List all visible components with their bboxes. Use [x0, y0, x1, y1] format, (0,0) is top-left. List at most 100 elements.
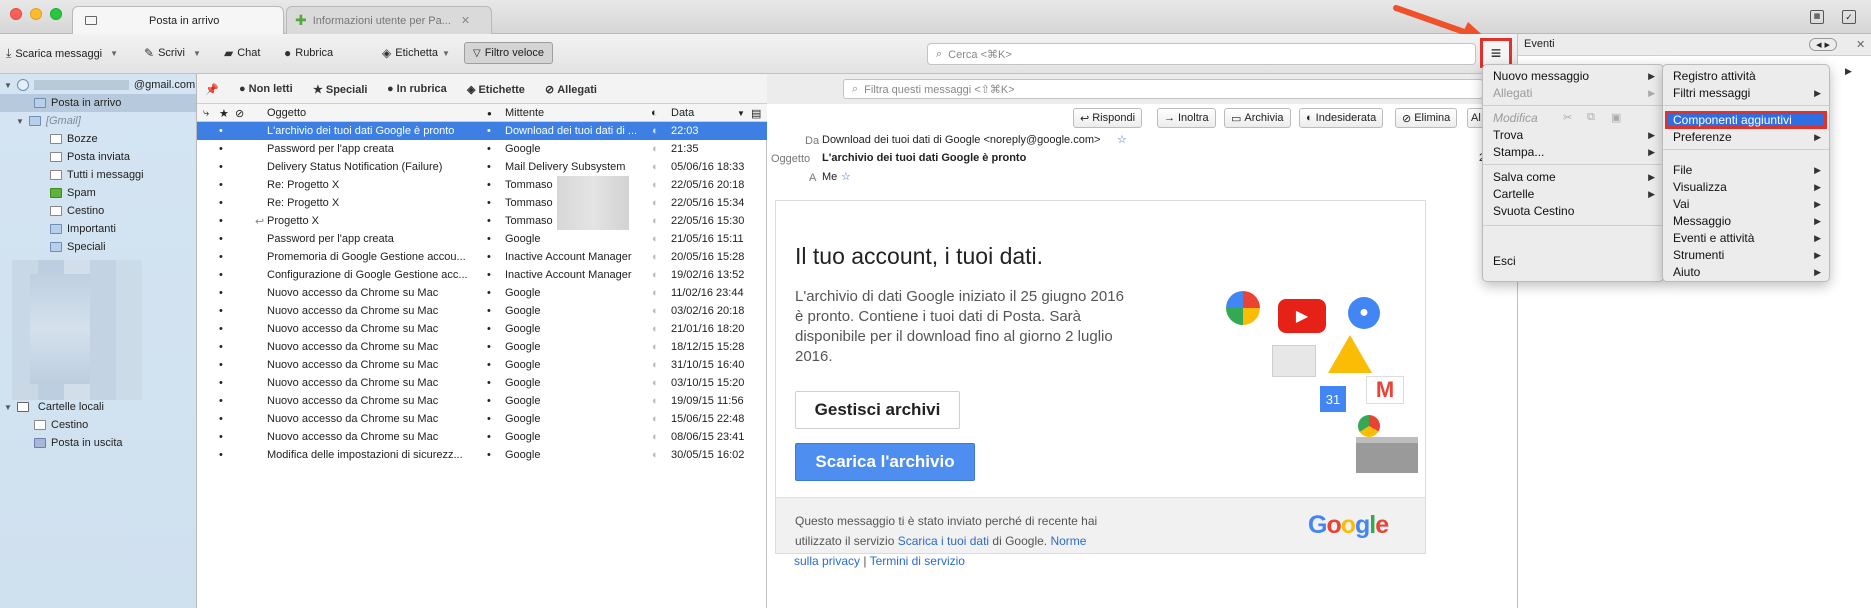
write-button[interactable]: ✎ Scrivi ▼: [144, 46, 201, 60]
tasks-icon[interactable]: ✓: [1842, 10, 1856, 24]
star-cell-icon[interactable]: •: [219, 305, 223, 317]
read-status-icon[interactable]: •: [487, 125, 491, 137]
star-cell-icon[interactable]: •: [219, 269, 223, 281]
manage-archives-button[interactable]: Gestisci archivi: [795, 391, 960, 429]
junk-status-icon[interactable]: ◐: [652, 305, 659, 317]
date-column-header[interactable]: Data: [671, 107, 694, 119]
table-row[interactable]: • Configurazione di Google Gestione acc..…: [197, 266, 767, 284]
close-tab-icon[interactable]: ✕: [461, 14, 470, 27]
terms-link[interactable]: Termini di servizio: [870, 554, 965, 568]
star-cell-icon[interactable]: •: [219, 431, 223, 443]
junk-status-icon[interactable]: ◐: [652, 449, 659, 461]
star-cell-icon[interactable]: •: [219, 413, 223, 425]
junk-status-icon[interactable]: ◐: [652, 197, 659, 209]
privacy-link[interactable]: Norme: [1050, 534, 1086, 548]
menu-item-preferences[interactable]: Preferenze: [1673, 128, 1732, 145]
star-icon[interactable]: ☆: [841, 170, 851, 183]
filter-attachments-button[interactable]: ⊘ Allegati: [545, 83, 597, 97]
star-cell-icon[interactable]: •: [219, 395, 223, 407]
junk-status-icon[interactable]: ◐: [652, 395, 659, 407]
table-row[interactable]: • Nuovo accesso da Chrome su Mac • Google ◐ 0…: [197, 302, 767, 320]
column-picker-icon[interactable]: ▤: [751, 107, 761, 120]
attachment-column-icon[interactable]: ⊘: [235, 107, 244, 120]
tag-button[interactable]: ◈ Etichetta ▼: [382, 46, 450, 60]
star-column-icon[interactable]: ★: [219, 107, 229, 120]
menu-item-tools[interactable]: Strumenti: [1673, 246, 1724, 263]
menu-item-print[interactable]: Stampa...: [1493, 143, 1544, 160]
read-status-icon[interactable]: •: [487, 431, 491, 443]
download-archive-button[interactable]: Scarica l'archivio: [795, 443, 975, 481]
sidebar-item-drafts[interactable]: Bozze: [50, 130, 98, 148]
sidebar-item-trash[interactable]: Cestino: [50, 202, 104, 220]
table-row[interactable]: • Promemoria di Google Gestione accou... •…: [197, 248, 767, 266]
table-row[interactable]: • Delivery Status Notification (Failure) •…: [197, 158, 767, 176]
menu-item-events-tasks[interactable]: Eventi e attività: [1673, 229, 1754, 246]
read-status-icon[interactable]: •: [487, 179, 491, 191]
read-status-icon[interactable]: •: [487, 341, 491, 353]
sidebar-item-spam[interactable]: Spam: [50, 184, 96, 202]
from-value[interactable]: Download dei tuoi dati di Google <norepl…: [822, 134, 1100, 146]
table-row[interactable]: • Nuovo accesso da Chrome su Mac • Google ◐ 1…: [197, 284, 767, 302]
junk-column-icon[interactable]: ◐: [651, 107, 658, 119]
junk-status-icon[interactable]: ◐: [652, 359, 659, 371]
sidebar-item-local-trash[interactable]: Cestino: [34, 416, 88, 434]
menu-item-quit[interactable]: Esci: [1493, 252, 1516, 269]
table-row[interactable]: • Nuovo accesso da Chrome su Mac • Google ◐ 2…: [197, 320, 767, 338]
junk-status-icon[interactable]: ◐: [652, 413, 659, 425]
global-search-input[interactable]: ⌕ Cerca <⌘K>: [927, 43, 1476, 65]
read-status-icon[interactable]: •: [487, 413, 491, 425]
junk-status-icon[interactable]: ◐: [652, 323, 659, 335]
account-row[interactable]: ▼ @gmail.com: [4, 76, 195, 94]
sidebar-item-starred[interactable]: Speciali: [50, 238, 106, 256]
filter-tags-button[interactable]: ◈ Etichette: [467, 83, 525, 97]
star-cell-icon[interactable]: •: [219, 197, 223, 209]
subject-column-header[interactable]: Oggetto: [267, 107, 306, 119]
reply-button[interactable]: ↩ Rispondi: [1073, 108, 1143, 128]
star-cell-icon[interactable]: •: [219, 215, 223, 227]
local-folders-row[interactable]: ▼ Cartelle locali: [4, 398, 104, 416]
junk-status-icon[interactable]: ◐: [652, 341, 659, 353]
sidebar-item-gmail[interactable]: ▼ [Gmail]: [16, 112, 81, 130]
filter-contacts-button[interactable]: ● In rubrica: [387, 83, 447, 95]
read-column-icon[interactable]: ●: [487, 109, 492, 118]
junk-button[interactable]: ◐ Indesiderata: [1299, 108, 1384, 128]
star-cell-icon[interactable]: •: [219, 251, 223, 263]
to-value[interactable]: Me: [822, 171, 837, 183]
table-row[interactable]: • Re: Progetto X • Tommaso ◐ 22/05/16 15:34: [197, 194, 767, 212]
menu-item-view[interactable]: Visualizza: [1673, 178, 1727, 195]
thread-column-icon[interactable]: ⤷: [203, 107, 209, 120]
read-status-icon[interactable]: •: [487, 215, 491, 227]
sidebar-item-inbox[interactable]: Posta in arrivo: [0, 94, 196, 112]
menu-item-new-message[interactable]: Nuovo messaggio: [1493, 67, 1589, 84]
menu-item-save-as[interactable]: Salva come: [1493, 168, 1556, 185]
read-status-icon[interactable]: •: [487, 251, 491, 263]
table-row[interactable]: • L'archivio dei tuoi dati Google è pront…: [197, 122, 767, 140]
read-status-icon[interactable]: •: [487, 287, 491, 299]
junk-status-icon[interactable]: ◐: [652, 161, 659, 173]
table-row[interactable]: • Nuovo accesso da Chrome su Mac • Google ◐ 1…: [197, 392, 767, 410]
read-status-icon[interactable]: •: [487, 359, 491, 371]
menu-item-help[interactable]: Aiuto: [1673, 263, 1700, 280]
star-cell-icon[interactable]: •: [219, 449, 223, 461]
sidebar-item-outbox[interactable]: Posta in uscita: [34, 434, 123, 452]
sort-chevron-icon[interactable]: ▼: [737, 109, 745, 118]
read-status-icon[interactable]: •: [487, 161, 491, 173]
download-data-link[interactable]: Scarica i tuoi dati: [898, 534, 989, 548]
sidebar-item-all-mail[interactable]: Tutti i messaggi: [50, 166, 144, 184]
junk-status-icon[interactable]: ◐: [652, 233, 659, 245]
read-status-icon[interactable]: •: [487, 197, 491, 209]
read-status-icon[interactable]: •: [487, 323, 491, 335]
calendar-icon[interactable]: ▦: [1810, 10, 1824, 24]
star-icon[interactable]: ☆: [1117, 133, 1127, 146]
privacy-link[interactable]: sulla privacy: [794, 554, 860, 568]
star-cell-icon[interactable]: •: [219, 359, 223, 371]
disclosure-triangle-icon[interactable]: ▼: [4, 403, 12, 412]
star-cell-icon[interactable]: •: [219, 125, 223, 137]
menu-item-empty-trash[interactable]: Svuota Cestino: [1493, 202, 1574, 219]
junk-status-icon[interactable]: ◐: [652, 179, 659, 191]
pin-filter-button[interactable]: 📌: [205, 83, 219, 96]
disclosure-triangle-icon[interactable]: ▼: [16, 117, 24, 126]
read-status-icon[interactable]: •: [487, 305, 491, 317]
table-row[interactable]: • Nuovo accesso da Chrome su Mac • Google ◐ 1…: [197, 338, 767, 356]
sidebar-item-important[interactable]: Importanti: [50, 220, 116, 238]
